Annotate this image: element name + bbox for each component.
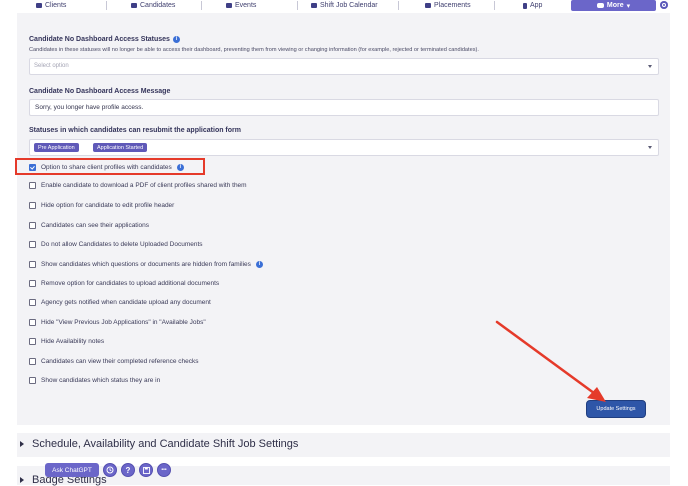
checkbox[interactable]	[29, 357, 36, 365]
chevron-right-icon	[20, 441, 24, 447]
history-icon[interactable]	[103, 463, 117, 477]
nav-app[interactable]: App	[523, 0, 542, 11]
nav-divider	[494, 1, 495, 10]
status-tag[interactable]: Pre Application	[34, 143, 79, 152]
floppy-icon-glyph	[142, 466, 150, 474]
option-label: Candidates can see their applications	[41, 221, 150, 229]
checkbox[interactable]	[29, 221, 36, 229]
nav-placements[interactable]: Placements	[425, 0, 471, 11]
option-agency-notified-upload[interactable]: Agency gets notified when candidate uplo…	[29, 297, 211, 307]
option-label: Hide Availability notes	[41, 337, 105, 345]
option-label: Agency gets notified when candidate uplo…	[41, 298, 211, 306]
nav-divider	[398, 1, 399, 10]
events-icon	[226, 3, 232, 8]
option-show-status[interactable]: Show candidates which status they are in	[29, 375, 160, 385]
option-label: Enable candidate to download a PDF of cl…	[41, 181, 247, 189]
checkbox[interactable]	[29, 318, 36, 326]
checkbox[interactable]	[29, 260, 36, 268]
nav-divider	[201, 1, 202, 10]
info-icon[interactable]: i	[255, 260, 263, 268]
chat-bubble-icon	[596, 3, 604, 8]
nav-calendar-label: Shift Job Calendar	[320, 2, 378, 9]
no-access-message-label: Candidate No Dashboard Access Message	[29, 88, 171, 95]
nav-events-label: Events	[235, 2, 257, 9]
ask-chatgpt-button[interactable]: Ask ChatGPT	[45, 463, 99, 477]
option-label: Remove option for candidates to upload a…	[41, 279, 220, 287]
calendar-icon	[311, 3, 317, 8]
more-menu-button[interactable]: More ▾	[571, 0, 656, 11]
no-access-message-value: Sorry, you longer have profile access.	[35, 104, 144, 111]
option-hide-edit-header[interactable]: Hide option for candidate to edit profil…	[29, 200, 174, 210]
checkbox[interactable]	[29, 376, 36, 384]
checkbox[interactable]	[29, 298, 36, 306]
no-access-statuses-text: Candidate No Dashboard Access Statuses	[29, 36, 170, 43]
select-placeholder: Select option	[34, 63, 69, 69]
chevron-down-icon: ▾	[626, 2, 631, 10]
nav-placements-label: Placements	[434, 2, 471, 9]
nav-shift-job-calendar[interactable]: Shift Job Calendar	[311, 0, 378, 11]
gear-icon[interactable]	[660, 1, 668, 9]
option-label: Show candidates which questions or docum…	[41, 260, 251, 268]
nav-divider	[106, 1, 107, 10]
phone-icon	[523, 2, 527, 9]
chevron-down-icon	[648, 146, 652, 149]
resubmit-statuses-label: Statuses in which candidates can resubmi…	[29, 127, 241, 134]
candidates-icon	[131, 3, 137, 8]
no-access-statuses-label: Candidate No Dashboard Access Statuses i	[29, 36, 180, 43]
update-settings-button[interactable]: Update Settings	[586, 400, 646, 418]
more-label: More	[606, 2, 624, 9]
checkbox[interactable]	[29, 337, 36, 345]
nav-divider	[297, 1, 298, 10]
info-icon[interactable]: i	[172, 36, 180, 43]
schedule-section-title[interactable]: Schedule, Availability and Candidate Shi…	[32, 438, 298, 450]
option-label: Hide option for candidate to edit profil…	[41, 201, 175, 209]
save-icon[interactable]	[139, 463, 153, 477]
no-access-statuses-select[interactable]: Select option	[29, 58, 659, 75]
checkbox[interactable]	[29, 201, 36, 209]
nav-clients-label: Clients	[45, 2, 67, 9]
nav-candidates-label: Candidates	[140, 2, 176, 9]
option-download-pdf[interactable]: Enable candidate to download a PDF of cl…	[29, 180, 247, 190]
chevron-down-icon	[648, 65, 652, 68]
option-remove-upload-additional[interactable]: Remove option for candidates to upload a…	[29, 278, 219, 288]
help-icon[interactable]: ?	[121, 463, 135, 477]
nav-candidates[interactable]: Candidates	[131, 0, 175, 11]
top-nav: Clients Candidates Events Shift Job Cale…	[0, 0, 688, 13]
history-icon-glyph	[106, 466, 114, 474]
option-hide-previous-applications[interactable]: Hide "View Previous Job Applications" in…	[29, 317, 206, 327]
option-label: Do not allow Candidates to delete Upload…	[41, 240, 203, 248]
option-show-hidden-questions[interactable]: Show candidates which questions or docum…	[29, 259, 263, 269]
status-tag[interactable]: Application Started	[93, 143, 148, 152]
option-hide-availability-notes[interactable]: Hide Availability notes	[29, 336, 104, 346]
option-label: Candidates can view their completed refe…	[41, 357, 199, 365]
nav-events[interactable]: Events	[226, 0, 256, 11]
option-label: Hide "View Previous Job Applications" in…	[41, 318, 206, 326]
option-view-reference-checks[interactable]: Candidates can view their completed refe…	[29, 356, 199, 366]
annotation-highlight-box	[15, 158, 205, 175]
placements-icon	[425, 3, 431, 8]
clients-icon	[36, 3, 42, 8]
resubmit-statuses-select[interactable]: Pre Application Application Started	[29, 139, 659, 156]
no-access-message-input[interactable]: Sorry, you longer have profile access.	[29, 99, 659, 116]
checkbox[interactable]	[29, 279, 36, 287]
checkbox[interactable]	[29, 181, 36, 189]
chevron-right-icon	[20, 477, 24, 483]
nav-clients[interactable]: Clients	[36, 0, 66, 11]
nav-app-label: App	[530, 2, 543, 9]
option-no-delete-documents[interactable]: Do not allow Candidates to delete Upload…	[29, 239, 203, 249]
more-actions-icon[interactable]: •••	[157, 463, 171, 477]
option-label: Show candidates which status they are in	[41, 376, 161, 384]
checkbox[interactable]	[29, 240, 36, 248]
option-see-applications[interactable]: Candidates can see their applications	[29, 220, 149, 230]
no-access-statuses-help: Candidates in these statuses will no lon…	[29, 47, 479, 53]
